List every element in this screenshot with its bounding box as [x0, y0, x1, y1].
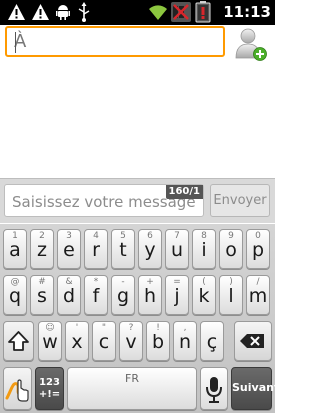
key-label: a	[9, 239, 21, 261]
no-signal-icon	[171, 2, 191, 22]
warning-icon	[32, 4, 49, 20]
key-k[interactable]: (k	[192, 275, 216, 315]
key-f[interactable]: * f	[84, 275, 108, 315]
key-s[interactable]: # s	[30, 275, 54, 315]
key-q[interactable]: @ q	[3, 275, 27, 315]
key-label: y	[144, 239, 156, 261]
battery-icon	[195, 1, 211, 23]
key-label: ç	[206, 331, 218, 353]
key-label: e	[63, 239, 75, 261]
message-bar: Saisissez votre message 160/1 Envoyer	[0, 178, 275, 223]
key-c-cedilla[interactable]: ç	[200, 321, 224, 361]
key-c[interactable]: " c	[92, 321, 116, 361]
clock: 11:13	[223, 3, 271, 21]
key-label: p	[251, 239, 265, 261]
key-x[interactable]: ' x	[65, 321, 89, 361]
next-key-label: Suivant	[232, 381, 280, 394]
key-label: d	[62, 285, 76, 307]
handwriting-swipe-icon	[5, 379, 29, 402]
keyboard: 1a 2z 3e 4r 5t 6y 7u 8i 9o 0p @ q # s & d *…	[0, 224, 280, 413]
symbols-key-label: 123 +!=	[38, 377, 61, 400]
add-contact-button[interactable]	[234, 26, 268, 62]
space-key[interactable]: FR	[67, 367, 197, 410]
status-bar: 11:13	[0, 0, 275, 25]
key-label: b	[151, 331, 165, 353]
key-label: l	[228, 285, 234, 307]
key-label: t	[119, 239, 127, 261]
symbols-key[interactable]: 123 +!=	[35, 367, 64, 410]
key-a[interactable]: 1a	[3, 229, 27, 269]
key-d[interactable]: & d	[57, 275, 81, 315]
key-i[interactable]: 8i	[192, 229, 216, 269]
key-e[interactable]: 3e	[57, 229, 81, 269]
character-counter: 160/1	[165, 185, 203, 199]
key-g[interactable]: -g	[111, 275, 135, 315]
key-label: w	[42, 331, 58, 353]
backspace-icon	[240, 334, 264, 348]
message-input[interactable]: Saisissez votre message 160/1	[4, 184, 204, 217]
key-label: f	[92, 285, 100, 307]
key-w[interactable]: ☺ w	[38, 321, 62, 361]
recipient-field[interactable]: À	[5, 26, 225, 57]
android-icon	[56, 5, 70, 20]
microphone-icon	[206, 377, 222, 403]
text-cursor	[15, 32, 16, 53]
wifi-icon	[149, 5, 167, 21]
backspace-key[interactable]	[234, 321, 272, 361]
warning-icon	[8, 4, 25, 20]
handwriting-key[interactable]	[3, 367, 32, 410]
voice-input-key[interactable]	[200, 367, 228, 410]
key-label: z	[37, 239, 47, 261]
key-v[interactable]: ? v	[119, 321, 143, 361]
key-n[interactable]: ,n	[173, 321, 197, 361]
key-label: x	[71, 331, 83, 353]
key-y[interactable]: 6y	[138, 229, 162, 269]
next-key[interactable]: Suivant	[231, 367, 280, 410]
key-label: r	[92, 239, 100, 261]
key-r[interactable]: 4r	[84, 229, 108, 269]
key-m[interactable]: / m	[246, 275, 270, 315]
key-label: s	[37, 285, 47, 307]
key-h[interactable]: + h	[138, 275, 162, 315]
key-label: j	[174, 285, 180, 307]
usb-icon	[78, 2, 90, 22]
key-label: n	[178, 331, 192, 353]
key-o[interactable]: 9o	[219, 229, 243, 269]
key-label: i	[201, 239, 207, 261]
key-u[interactable]: 7u	[165, 229, 189, 269]
key-label: c	[98, 331, 110, 353]
key-l[interactable]: ) l	[219, 275, 243, 315]
key-p[interactable]: 0p	[246, 229, 270, 269]
shift-key[interactable]	[3, 321, 34, 361]
key-label: o	[225, 239, 237, 261]
key-b[interactable]: ! b	[146, 321, 170, 361]
key-label: u	[170, 239, 184, 261]
key-t[interactable]: 5t	[111, 229, 135, 269]
key-label: v	[125, 331, 137, 353]
add-contact-icon	[235, 28, 267, 61]
space-key-language: FR	[125, 372, 139, 385]
shift-icon	[8, 331, 29, 351]
key-label: q	[8, 285, 22, 307]
key-label: m	[248, 285, 268, 307]
key-z[interactable]: 2z	[30, 229, 54, 269]
key-label: h	[143, 285, 157, 307]
key-label: g	[116, 285, 130, 307]
send-button[interactable]: Envoyer	[210, 184, 270, 217]
key-j[interactable]: = j	[165, 275, 189, 315]
key-label: k	[198, 285, 210, 307]
